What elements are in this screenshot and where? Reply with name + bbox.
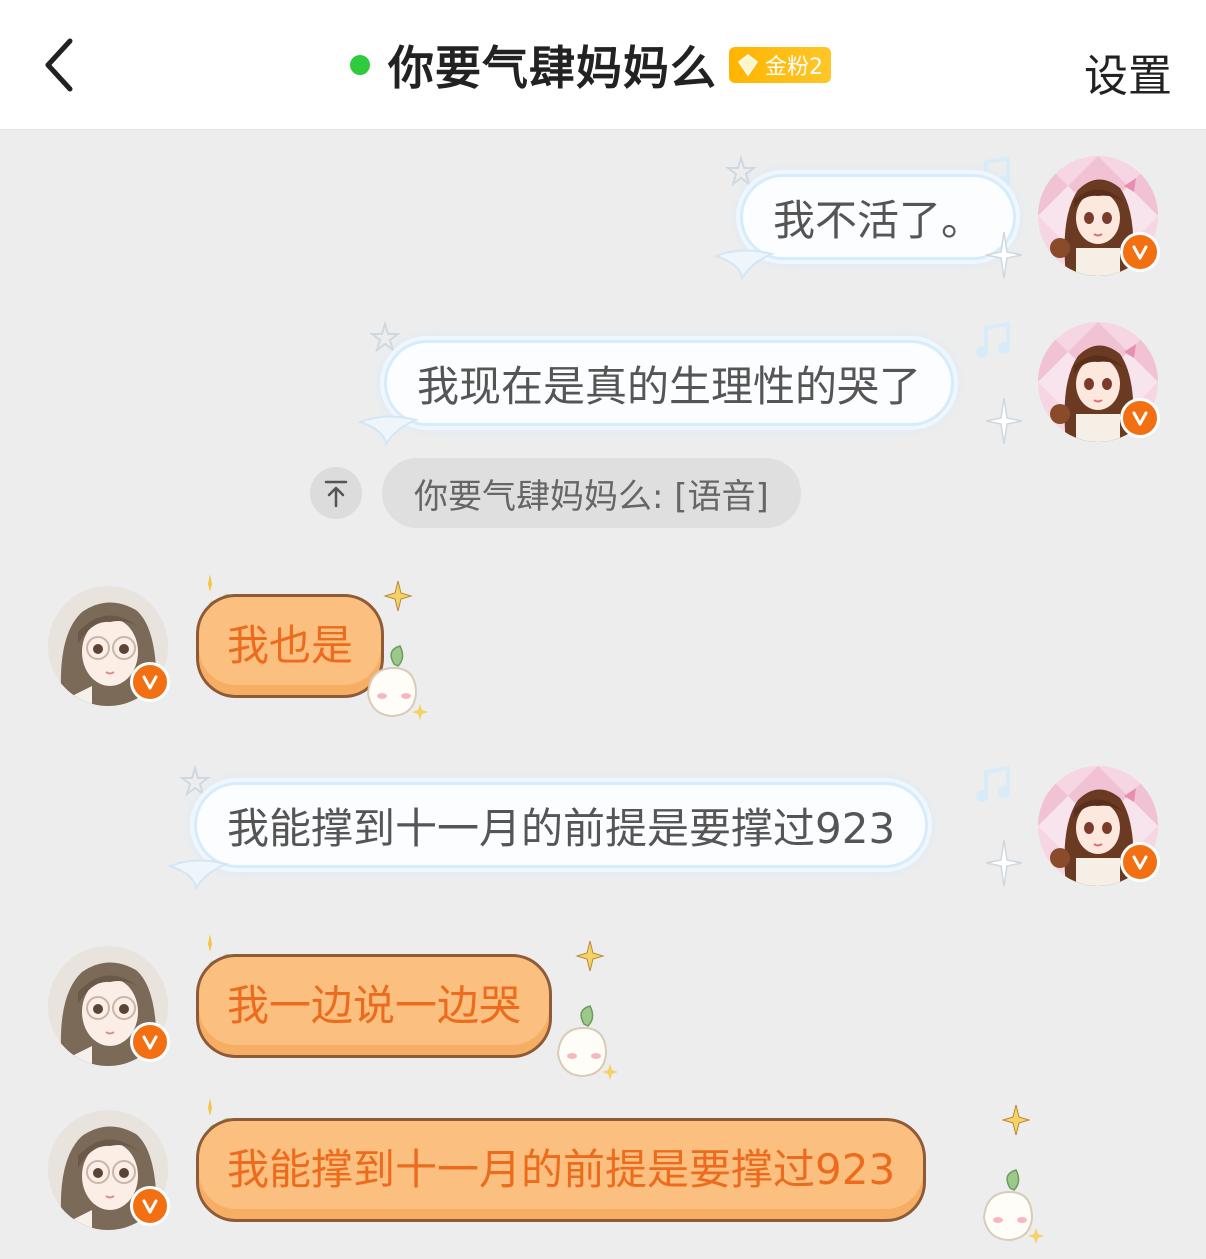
sparkle-icon [985,231,1023,279]
star-icon [725,154,757,187]
fan-level-label: 金粉2 [765,55,823,80]
star-icon [369,320,401,353]
music-note-icon [976,321,1010,358]
verified-v-icon [1130,852,1150,872]
sparkle-icon [985,839,1023,887]
chat-title-group: 你要气肆妈妈么 金粉2 [350,30,831,100]
online-status-dot [350,55,370,75]
verified-badge [1120,842,1160,882]
swallow-icon [167,859,230,891]
avatar[interactable] [48,946,170,1066]
verified-badge [130,662,170,702]
back-button[interactable] [28,30,88,100]
sparkle-icon [985,397,1023,445]
message-bubble[interactable]: 我一边说一边哭 [196,954,553,1058]
avatar[interactable] [1038,156,1160,276]
pin-to-top-button[interactable] [310,467,362,519]
verified-badge [1120,232,1160,272]
avatar[interactable] [1038,766,1160,886]
message-bubble[interactable]: 我能撑到十一月的前提是要撑过923 [194,782,929,868]
voice-message-pill[interactable]: 你要气肆妈妈么: [语音] [382,458,801,528]
avatar[interactable] [48,1110,170,1230]
avatar[interactable] [1038,322,1160,442]
message-bubble[interactable]: 我现在是真的生理性的哭了 [384,340,955,426]
verified-badge [1120,398,1160,438]
verified-v-icon [140,672,160,692]
fan-level-badge: 金粉2 [729,47,831,83]
verified-v-icon [1130,242,1150,262]
verified-badge [130,1186,170,1226]
settings-button[interactable]: 设置 [1084,40,1172,104]
verified-badge [130,1022,170,1062]
music-note-icon [976,765,1010,802]
diamond-icon [737,54,759,77]
avatar[interactable] [48,586,170,706]
swallow-icon [713,249,776,281]
chat-header: 你要气肆妈妈么 金粉2 设置 [0,0,1206,130]
swallow-icon [357,415,420,447]
sparkle-icon [383,580,413,612]
chevron-left-icon [45,38,73,92]
verified-v-icon [140,1196,160,1216]
radish-mascot-icon [982,1169,1044,1244]
system-message-row: 你要气肆妈妈么: [语音] [310,458,801,528]
radish-mascot-icon [366,645,428,720]
sparkle-icon [1001,1104,1031,1136]
verified-v-icon [140,1032,160,1052]
verified-v-icon [1130,408,1150,428]
sparkle-icon [575,940,605,972]
message-bubble[interactable]: 我能撑到十一月的前提是要撑过923 [196,1118,927,1222]
arrow-up-icon [324,480,348,508]
star-icon [179,764,211,797]
radish-mascot-icon [556,1005,618,1080]
chat-title: 你要气肆妈妈么 [388,41,717,95]
